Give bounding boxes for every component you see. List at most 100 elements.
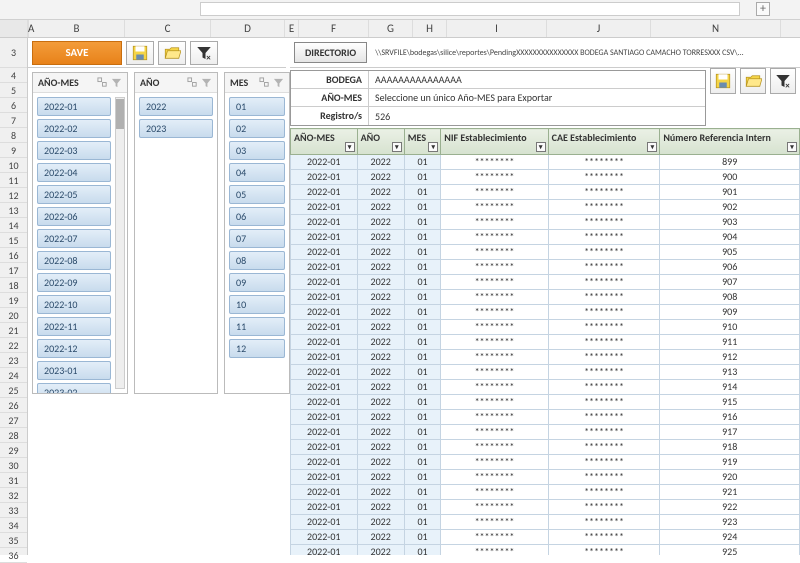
slicer-item[interactable]: 2022-09 xyxy=(37,273,111,292)
row-header[interactable]: 3 xyxy=(0,38,27,68)
row-header[interactable]: 25 xyxy=(0,383,27,398)
slicer-item[interactable]: 2022-05 xyxy=(37,185,111,204)
multi-select-icon[interactable] xyxy=(97,77,108,88)
clear-filter-icon[interactable] xyxy=(273,77,284,88)
row-header[interactable]: 5 xyxy=(0,83,27,98)
table-row[interactable]: 2022-01202201****************900 xyxy=(291,170,800,185)
table-row[interactable]: 2022-01202201****************909 xyxy=(291,305,800,320)
table-row[interactable]: 2022-01202201****************916 xyxy=(291,410,800,425)
open-folder-button[interactable] xyxy=(158,41,186,65)
row-header[interactable]: 9 xyxy=(0,143,27,158)
table-row[interactable]: 2022-01202201****************902 xyxy=(291,200,800,215)
row-header[interactable]: 10 xyxy=(0,158,27,173)
export-save-button[interactable] xyxy=(710,68,736,94)
save-disk-button[interactable] xyxy=(126,41,154,65)
table-row[interactable]: 2022-01202201****************925 xyxy=(291,545,800,556)
column-header[interactable]: D xyxy=(211,20,285,37)
row-header[interactable]: 23 xyxy=(0,353,27,368)
row-header[interactable]: 33 xyxy=(0,503,27,518)
column-header[interactable]: J xyxy=(547,20,651,37)
formula-input[interactable] xyxy=(200,2,740,16)
table-row[interactable]: 2022-01202201****************901 xyxy=(291,185,800,200)
slicer-item[interactable]: 08 xyxy=(229,251,285,270)
slicer-item[interactable]: 2022-11 xyxy=(37,317,111,336)
clear-filter-icon[interactable] xyxy=(201,77,212,88)
slicer-scrollbar[interactable] xyxy=(115,97,125,389)
row-header[interactable]: 18 xyxy=(0,278,27,293)
filter-dropdown-icon[interactable]: ▾ xyxy=(647,142,657,152)
table-row[interactable]: 2022-01202201****************921 xyxy=(291,485,800,500)
filter-dropdown-icon[interactable]: ▾ xyxy=(428,142,438,152)
row-header[interactable]: 7 xyxy=(0,113,27,128)
export-clear-filter-button[interactable]: × xyxy=(770,68,796,94)
row-header[interactable]: 12 xyxy=(0,188,27,203)
slicer-item[interactable]: 2023 xyxy=(139,119,213,138)
table-row[interactable]: 2022-01202201****************913 xyxy=(291,365,800,380)
row-header[interactable]: 16 xyxy=(0,248,27,263)
row-header[interactable]: 8 xyxy=(0,128,27,143)
save-button[interactable]: SAVE xyxy=(32,41,122,65)
slicer-item[interactable]: 10 xyxy=(229,295,285,314)
table-row[interactable]: 2022-01202201****************903 xyxy=(291,215,800,230)
table-row[interactable]: 2022-01202201****************920 xyxy=(291,470,800,485)
row-header[interactable]: 19 xyxy=(0,293,27,308)
column-header[interactable]: C xyxy=(125,20,211,37)
slicer-item[interactable]: 2022-03 xyxy=(37,141,111,160)
column-header[interactable]: N xyxy=(651,20,781,37)
table-row[interactable]: 2022-01202201****************923 xyxy=(291,515,800,530)
row-header[interactable]: 4 xyxy=(0,68,27,83)
table-row[interactable]: 2022-01202201****************912 xyxy=(291,350,800,365)
row-header[interactable]: 34 xyxy=(0,518,27,533)
table-row[interactable]: 2022-01202201****************919 xyxy=(291,455,800,470)
multi-select-icon[interactable] xyxy=(187,77,198,88)
slicer-item[interactable]: 11 xyxy=(229,317,285,336)
slicer-item[interactable]: 2023-01 xyxy=(37,361,111,380)
table-row[interactable]: 2022-01202201****************924 xyxy=(291,530,800,545)
row-header[interactable]: 22 xyxy=(0,338,27,353)
column-header[interactable]: E xyxy=(285,20,299,37)
table-row[interactable]: 2022-01202201****************906 xyxy=(291,260,800,275)
row-header[interactable]: 36 xyxy=(0,548,27,563)
table-row[interactable]: 2022-01202201****************914 xyxy=(291,380,800,395)
table-row[interactable]: 2022-01202201****************917 xyxy=(291,425,800,440)
row-header[interactable]: 6 xyxy=(0,98,27,113)
filter-dropdown-icon[interactable]: ▾ xyxy=(345,142,355,152)
table-row[interactable]: 2022-01202201****************910 xyxy=(291,320,800,335)
row-header[interactable]: 27 xyxy=(0,413,27,428)
clear-filter-button[interactable]: × xyxy=(190,41,218,65)
slicer-item[interactable]: 02 xyxy=(229,119,285,138)
filter-dropdown-icon[interactable]: ▾ xyxy=(536,142,546,152)
row-header[interactable]: 26 xyxy=(0,398,27,413)
slicer-item[interactable]: 07 xyxy=(229,229,285,248)
row-header[interactable]: 30 xyxy=(0,458,27,473)
row-header[interactable]: 24 xyxy=(0,368,27,383)
slicer-item[interactable]: 2022-08 xyxy=(37,251,111,270)
slicer-item[interactable]: 05 xyxy=(229,185,285,204)
row-header[interactable]: 29 xyxy=(0,443,27,458)
row-header[interactable]: 15 xyxy=(0,233,27,248)
expand-button[interactable]: + xyxy=(756,2,770,16)
slicer-item[interactable]: 2023-02 xyxy=(37,383,111,393)
table-row[interactable]: 2022-01202201****************911 xyxy=(291,335,800,350)
slicer-item[interactable]: 09 xyxy=(229,273,285,292)
row-header[interactable]: 13 xyxy=(0,203,27,218)
directorio-button[interactable]: DIRECTORIO xyxy=(294,42,367,63)
export-folder-button[interactable] xyxy=(740,68,766,94)
column-header[interactable]: F xyxy=(299,20,369,37)
column-header[interactable]: H xyxy=(413,20,447,37)
slicer-item[interactable]: 2022-12 xyxy=(37,339,111,358)
column-header[interactable]: I xyxy=(447,20,547,37)
row-header[interactable]: 28 xyxy=(0,428,27,443)
table-row[interactable]: 2022-01202201****************918 xyxy=(291,440,800,455)
slicer-item[interactable]: 01 xyxy=(229,97,285,116)
slicer-item[interactable]: 04 xyxy=(229,163,285,182)
row-header[interactable]: 11 xyxy=(0,173,27,188)
row-header[interactable]: 14 xyxy=(0,218,27,233)
table-header[interactable]: NIF Establecimiento▾ xyxy=(441,129,548,155)
filter-dropdown-icon[interactable]: ▾ xyxy=(392,142,402,152)
slicer-item[interactable]: 2022 xyxy=(139,97,213,116)
table-row[interactable]: 2022-01202201****************907 xyxy=(291,275,800,290)
row-header[interactable]: 17 xyxy=(0,263,27,278)
table-header[interactable]: CAE Establecimiento▾ xyxy=(548,129,660,155)
table-header[interactable]: Número Referencia Intern▾ xyxy=(660,129,800,155)
